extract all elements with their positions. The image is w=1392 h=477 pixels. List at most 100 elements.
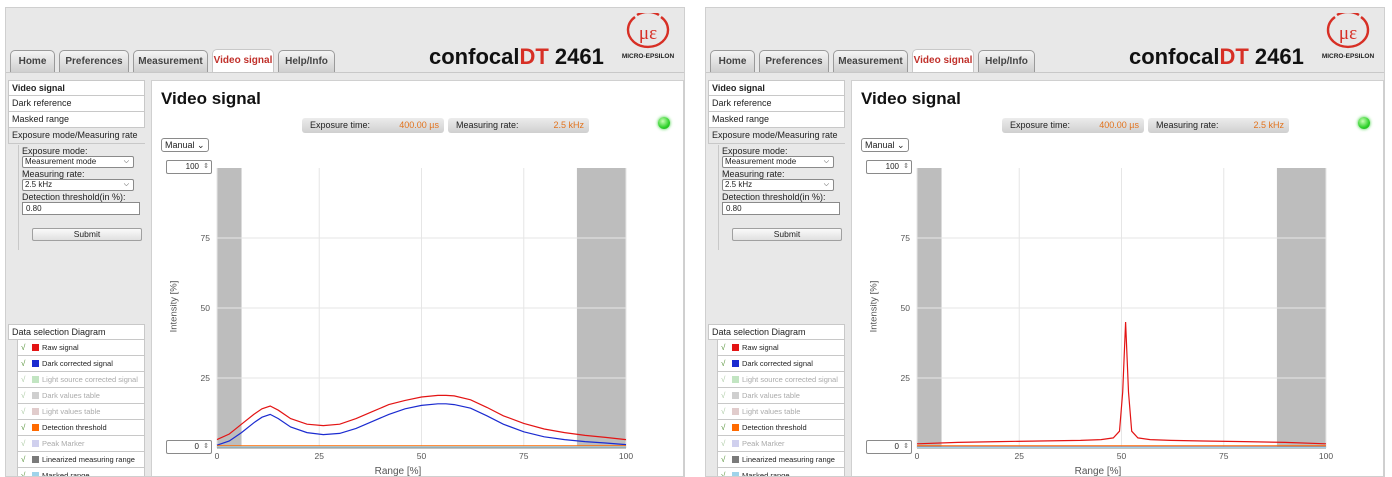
checkmark-icon[interactable]: √ xyxy=(21,404,31,419)
sidebar-item-video-signal[interactable]: Video signal xyxy=(708,80,845,96)
series-color-swatch xyxy=(732,456,739,463)
video-signal-content: Video signal Exposure time: 400.00 µs Mea… xyxy=(851,80,1384,476)
detection-threshold-input[interactable]: 0.80 xyxy=(22,202,140,215)
x-tick-label: 100 xyxy=(1319,451,1333,461)
data-selection-label: Raw signal xyxy=(742,343,779,352)
exposure-mode-value: Measurement mode xyxy=(25,157,97,166)
checkmark-icon[interactable]: √ xyxy=(21,420,31,435)
sidebar-item-dark-reference[interactable]: Dark reference xyxy=(8,96,145,112)
series-color-swatch xyxy=(32,440,39,447)
data-selection-list: √ Raw signal √ Dark corrected signal √ Light … xyxy=(8,340,145,477)
checkmark-icon[interactable]: √ xyxy=(721,420,731,435)
data-selection-label: Detection threshold xyxy=(42,423,107,432)
series-color-swatch xyxy=(32,376,39,383)
data-selection-label: Linearized measuring range xyxy=(742,455,835,464)
sidebar-item-dark-reference[interactable]: Dark reference xyxy=(708,96,845,112)
checkmark-icon[interactable]: √ xyxy=(721,340,731,355)
data-selection-item[interactable]: √ Dark values table xyxy=(17,388,145,404)
checkmark-icon[interactable]: √ xyxy=(721,436,731,451)
checkmark-icon[interactable]: √ xyxy=(21,372,31,387)
data-selection-label: Masked range xyxy=(742,471,790,477)
data-selection-item[interactable]: √ Dark values table xyxy=(717,388,845,404)
submit-button[interactable]: Submit xyxy=(732,228,842,241)
x-tick-label: 100 xyxy=(619,451,633,461)
series-color-swatch xyxy=(32,424,39,431)
data-selection-item[interactable]: √ Light values table xyxy=(717,404,845,420)
data-selection-label: Masked range xyxy=(42,471,90,477)
tab-home[interactable]: Home xyxy=(10,50,55,72)
detection-threshold-input[interactable]: 0.80 xyxy=(722,202,840,215)
tab-measurement[interactable]: Measurement xyxy=(133,50,208,72)
data-selection-item[interactable]: √ Raw signal xyxy=(17,340,145,356)
data-selection-item[interactable]: √ Masked range xyxy=(17,468,145,477)
tab-help-info[interactable]: Help/Info xyxy=(278,50,335,72)
data-selection-item[interactable]: √ Dark corrected signal xyxy=(717,356,845,372)
checkmark-icon[interactable]: √ xyxy=(21,452,31,467)
series-color-swatch xyxy=(32,344,39,351)
data-selection-item[interactable]: √ Detection threshold xyxy=(17,420,145,436)
tab-measurement[interactable]: Measurement xyxy=(833,50,908,72)
detection-threshold-label: Detection threshold(in %): xyxy=(22,192,126,202)
measuring-rate-label: Measuring rate: xyxy=(22,169,85,179)
exposure-mode-label: Exposure mode: xyxy=(22,146,88,156)
series-color-swatch xyxy=(32,456,39,463)
measuring-rate-select[interactable]: 2.5 kHz ⌵ xyxy=(22,179,134,191)
tab-preferences[interactable]: Preferences xyxy=(759,50,829,72)
x-tick-label: 75 xyxy=(519,451,529,461)
data-selection-item[interactable]: √ Light source corrected signal xyxy=(17,372,145,388)
series-color-swatch xyxy=(32,360,39,367)
series-color-swatch xyxy=(732,440,739,447)
x-tick-label: 25 xyxy=(315,451,325,461)
sidebar-item-exposure-mode[interactable]: Exposure mode/Measuring rate xyxy=(708,128,845,144)
exposure-mode-select[interactable]: Measurement mode ⌵ xyxy=(22,156,134,168)
exposure-mode-select[interactable]: Measurement mode ⌵ xyxy=(722,156,834,168)
sidebar-menu: Video signal Dark reference Masked range… xyxy=(708,80,845,144)
data-selection-list: √ Raw signal √ Dark corrected signal √ Light … xyxy=(708,340,845,477)
checkmark-icon[interactable]: √ xyxy=(721,468,731,476)
y-tick-label: 75 xyxy=(201,233,211,243)
series-color-swatch xyxy=(732,344,739,351)
checkmark-icon[interactable]: √ xyxy=(21,468,31,476)
data-selection-item[interactable]: √ Dark corrected signal xyxy=(17,356,145,372)
checkmark-icon[interactable]: √ xyxy=(721,452,731,467)
data-selection-item[interactable]: √ Light values table xyxy=(17,404,145,420)
sidebar-item-video-signal[interactable]: Video signal xyxy=(8,80,145,96)
data-selection-item[interactable]: √ Linearized measuring range xyxy=(717,452,845,468)
tab-preferences[interactable]: Preferences xyxy=(59,50,129,72)
checkmark-icon[interactable]: √ xyxy=(721,404,731,419)
x-tick-label: 50 xyxy=(417,451,427,461)
measuring-rate-label: Measuring rate: xyxy=(722,169,785,179)
checkmark-icon[interactable]: √ xyxy=(21,356,31,371)
tab-bar-divider xyxy=(706,72,1384,73)
sidebar-item-exposure-mode[interactable]: Exposure mode/Measuring rate xyxy=(8,128,145,144)
submit-button[interactable]: Submit xyxy=(32,228,142,241)
tab-video-signal[interactable]: Video signal xyxy=(212,49,274,72)
product-title-accent: DT xyxy=(519,44,549,69)
data-selection-item[interactable]: √ Peak Marker xyxy=(17,436,145,452)
checkmark-icon[interactable]: √ xyxy=(721,356,731,371)
tab-help-info[interactable]: Help/Info xyxy=(978,50,1035,72)
checkmark-icon[interactable]: √ xyxy=(721,388,731,403)
sidebar-item-masked-range[interactable]: Masked range xyxy=(708,112,845,128)
tab-bar-divider xyxy=(6,72,684,73)
checkmark-icon[interactable]: √ xyxy=(21,388,31,403)
sidebar-item-masked-range[interactable]: Masked range xyxy=(8,112,145,128)
exposure-settings-form: Exposure mode: Measurement mode ⌵ Measuri… xyxy=(718,145,842,250)
data-selection-item[interactable]: √ Peak Marker xyxy=(717,436,845,452)
checkmark-icon[interactable]: √ xyxy=(721,372,731,387)
tab-video-signal[interactable]: Video signal xyxy=(912,49,974,72)
checkmark-icon[interactable]: √ xyxy=(21,436,31,451)
data-selection-item[interactable]: √ Linearized measuring range xyxy=(17,452,145,468)
checkmark-icon[interactable]: √ xyxy=(21,340,31,355)
series-color-swatch xyxy=(732,424,739,431)
measuring-rate-select[interactable]: 2.5 kHz ⌵ xyxy=(722,179,834,191)
series-color-swatch xyxy=(732,472,739,476)
data-selection-panel: Data selection Diagram √ Raw signal √ Dark … xyxy=(8,324,145,477)
tab-home[interactable]: Home xyxy=(710,50,755,72)
series-color-swatch xyxy=(32,472,39,476)
y-tick-label: 25 xyxy=(901,373,911,383)
data-selection-item[interactable]: √ Masked range xyxy=(717,468,845,477)
data-selection-item[interactable]: √ Light source corrected signal xyxy=(717,372,845,388)
data-selection-item[interactable]: √ Detection threshold xyxy=(717,420,845,436)
data-selection-item[interactable]: √ Raw signal xyxy=(717,340,845,356)
